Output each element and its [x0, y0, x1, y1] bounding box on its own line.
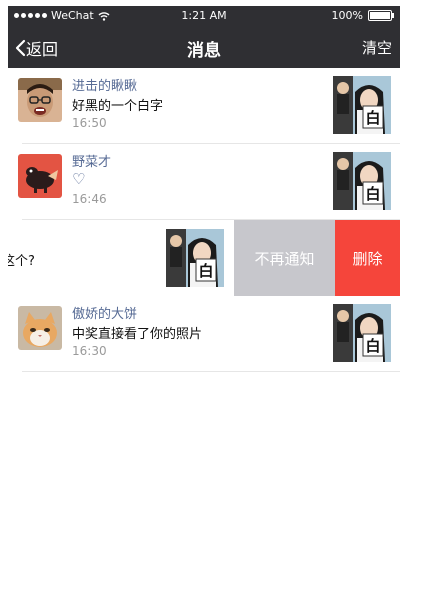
nav-bar: 返回 消息 清空: [8, 26, 400, 68]
status-right: 100%: [331, 9, 394, 22]
message-text: 好黑的一个白字: [72, 99, 164, 114]
like-heart-icon: ♡: [72, 170, 86, 188]
page-title: 消息: [187, 41, 221, 61]
clear-button[interactable]: 清空: [362, 37, 392, 58]
phone-screen: WeChat 1:21 AM 100% 返回 消息 清空 进击的瞅瞅 好黑的一个…: [8, 6, 400, 591]
message-row[interactable]: 进击的瞅瞅 好黑的一个白字 16:50 白: [8, 68, 400, 144]
sign-text: 白: [198, 262, 213, 280]
message-time: 16:50: [72, 116, 107, 130]
message-text: 这个?: [8, 254, 35, 269]
sign-text: 白: [365, 109, 380, 127]
mute-notifications-button[interactable]: 不再通知: [234, 220, 335, 296]
message-row[interactable]: 野菜才 ♡ 16:46 白: [8, 144, 400, 220]
sign-text: 白: [365, 337, 380, 355]
message-row-swiped[interactable]: 这个? 白 不再通知 删除: [8, 220, 400, 296]
photo-thumbnail: 白: [333, 152, 391, 210]
status-bar: WeChat 1:21 AM 100%: [8, 6, 400, 26]
message-row[interactable]: 傲娇的大饼 中奖直接看了你的照片 16:30 白: [8, 296, 400, 372]
battery-fill: [370, 12, 390, 19]
delete-button[interactable]: 删除: [335, 220, 400, 296]
battery-percent: 100%: [331, 9, 363, 22]
photo-thumbnail: 白: [333, 304, 391, 362]
sender-name: 野菜才: [72, 155, 112, 170]
message-time: 16:46: [72, 192, 107, 206]
avatar: [18, 154, 62, 198]
sign-text: 白: [365, 185, 380, 203]
avatar: [18, 306, 62, 350]
photo-thumbnail: 白: [333, 76, 391, 134]
sender-name: 傲娇的大饼: [72, 307, 138, 322]
photo-thumbnail: 白: [166, 229, 224, 287]
avatar: [18, 78, 62, 122]
message-text: 中奖直接看了你的照片: [72, 327, 203, 342]
battery-icon: [368, 10, 394, 21]
divider: [22, 371, 400, 372]
sender-name: 进击的瞅瞅: [72, 79, 138, 94]
message-time: 16:30: [72, 344, 107, 358]
